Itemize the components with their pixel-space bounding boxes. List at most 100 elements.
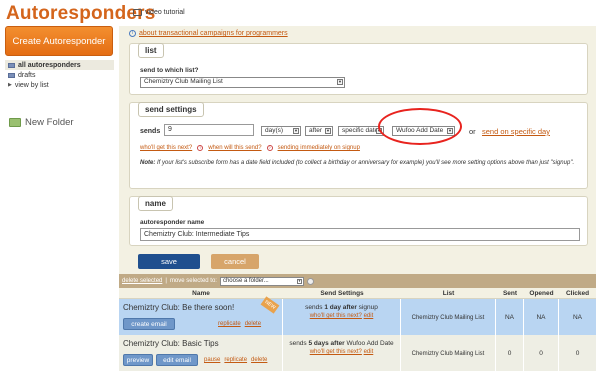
autoresponder-name[interactable]: Chemiztry Club: Basic Tips — [123, 339, 219, 348]
column-header-send-settings[interactable]: Send Settings — [283, 290, 401, 297]
whos-next-link[interactable]: who'll get this next? — [140, 145, 192, 151]
sidebar-item-label: view by list — [14, 81, 49, 89]
clicked-cell: 0 — [575, 350, 580, 357]
immediate-signup-link[interactable]: sending immediately on signup — [278, 145, 360, 151]
column-header-list[interactable]: List — [401, 290, 496, 297]
send-anchor: Wufoo Add Date — [346, 340, 394, 347]
triangle-right-icon: ▶ — [8, 82, 12, 88]
create-autoresponder-button[interactable]: Create Autoresponder — [5, 26, 113, 56]
sidebar-item-label: all autoresponders — [18, 61, 81, 69]
pause-link[interactable]: pause — [204, 357, 220, 363]
send-on-specific-day-link[interactable]: send on specific day — [482, 127, 550, 136]
save-button[interactable]: save — [138, 254, 200, 269]
folder-select[interactable]: choose a folder... ▼ — [219, 276, 304, 286]
column-header-sent[interactable]: Sent — [496, 290, 524, 297]
when-send-link[interactable]: when will this send? — [208, 145, 261, 151]
opened-cell: 0 — [524, 335, 559, 372]
chevron-down-icon: ▼ — [293, 128, 299, 134]
unit-select[interactable]: day(s) ▼ — [261, 126, 301, 136]
edit-email-button[interactable]: edit email — [156, 354, 198, 366]
list-cell: Chemiztry Club Mailing List — [401, 335, 496, 372]
send-interval: 1 day after — [324, 304, 357, 311]
row-actions: replicate delete — [218, 321, 261, 327]
table-row[interactable]: Chemiztry Club: Basic Tips preview edit … — [119, 335, 596, 372]
info-icon: i — [129, 30, 136, 37]
note-text: Note: If your list's subscribe form has … — [140, 159, 580, 167]
name-section-heading: name — [138, 196, 173, 211]
send-links: who'll get this next? edit — [283, 349, 400, 355]
sent-cell: NA — [496, 299, 524, 336]
whos-next-link[interactable]: who'll get this next? — [310, 349, 362, 355]
whos-next-link[interactable]: who'll get this next? — [310, 313, 362, 319]
relation-select-value: after — [309, 127, 323, 134]
table-toolbar: delete selected | move selected to: choo… — [119, 274, 596, 288]
anchor-select-value: specific date — [342, 127, 379, 134]
edit-link[interactable]: edit — [364, 313, 374, 319]
column-header-clicked[interactable]: Clicked — [559, 290, 596, 297]
opened-cell: NA — [524, 299, 559, 336]
or-text: or — [469, 127, 476, 136]
table-header: Name Send Settings List Sent Opened Clic… — [119, 288, 596, 299]
send-summary: sends 1 day after signup — [283, 304, 400, 311]
column-header-name[interactable]: Name — [119, 290, 283, 297]
list-cell: Chemiztry Club Mailing List — [401, 299, 496, 336]
autoresponder-name[interactable]: Chemiztry Club: Be there soon! — [123, 303, 234, 312]
video-tutorial-label: video tutorial — [145, 9, 185, 16]
send-settings-heading: send settings — [138, 102, 204, 117]
row-actions: pause replicate delete — [204, 357, 267, 363]
send-prefix: sends — [305, 304, 323, 311]
list-select-value: Chemiztry Club Mailing List — [144, 78, 223, 85]
list-select[interactable]: Chemiztry Club Mailing List ▼ — [140, 77, 345, 88]
delete-selected-link[interactable]: delete selected — [122, 278, 162, 284]
clicked-cell: NA — [572, 314, 583, 321]
relation-select[interactable]: after ▼ — [305, 126, 333, 136]
replicate-link[interactable]: replicate — [218, 321, 241, 327]
sidebar-item-all-autoresponders[interactable]: all autoresponders — [5, 60, 114, 70]
video-tutorial-link[interactable]: video tutorial — [133, 9, 185, 16]
send-interval: 5 days after — [308, 340, 345, 347]
sends-count-input[interactable]: 9 — [164, 124, 254, 136]
sidebar-item-view-by-list[interactable]: ▶ view by list — [5, 80, 114, 90]
helper-links: who'll get this next? ? when will this s… — [140, 145, 360, 151]
name-cell: Chemiztry Club: Basic Tips preview edit … — [119, 335, 283, 372]
chevron-down-icon: ▼ — [325, 128, 331, 134]
question-icon: ? — [197, 145, 204, 151]
edit-link[interactable]: edit — [364, 349, 374, 355]
new-folder-button[interactable]: New Folder — [9, 117, 74, 128]
note-label: Note: — [140, 160, 156, 166]
list-section-heading: list — [138, 43, 164, 58]
column-header-opened[interactable]: Opened — [524, 290, 559, 297]
name-section: name autoresponder name Chemiztry Club: … — [129, 196, 588, 246]
cancel-button[interactable]: cancel — [211, 254, 259, 269]
send-settings-cell: sends 5 days after Wufoo Add Date who'll… — [283, 335, 401, 372]
sidebar-item-drafts[interactable]: drafts — [5, 70, 114, 80]
new-folder-label: New Folder — [25, 117, 74, 128]
sidebar-item-label: drafts — [18, 71, 36, 79]
note-body: If your list's subscribe form has a date… — [157, 160, 575, 166]
chevron-down-icon: ▼ — [337, 79, 343, 85]
replicate-link[interactable]: replicate — [224, 357, 247, 363]
question-icon: ? — [266, 145, 273, 151]
table-row[interactable]: Chemiztry Club: Be there soon! NEW creat… — [119, 296, 596, 336]
new-ribbon: NEW — [260, 296, 280, 314]
send-links: who'll get this next? edit — [283, 313, 400, 319]
sidebar: all autoresponders drafts ▶ view by list — [5, 60, 114, 90]
autoresponder-name-input[interactable]: Chemiztry Club: Intermediate Tips — [140, 228, 580, 241]
delete-link[interactable]: delete — [251, 357, 267, 363]
list-field-label: send to which list? — [140, 67, 199, 74]
new-folder-icon — [9, 118, 21, 127]
settings-panel: i about transactional campaigns for prog… — [119, 26, 596, 274]
chevron-down-icon: ▼ — [296, 278, 302, 284]
name-cell: Chemiztry Club: Be there soon! NEW creat… — [119, 296, 283, 336]
send-prefix: sends — [289, 340, 307, 347]
sent-cell: 0 — [496, 335, 524, 372]
toolbar-separator: | — [165, 278, 167, 284]
send-settings-section: send settings sends 9 day(s) ▼ after ▼ s… — [129, 102, 588, 189]
sends-label: sends — [140, 128, 161, 135]
go-icon[interactable] — [306, 277, 314, 285]
create-email-button[interactable]: create email — [123, 318, 175, 330]
transactional-campaigns-link[interactable]: about transactional campaigns for progra… — [139, 30, 288, 37]
folder-icon — [8, 62, 15, 68]
delete-link[interactable]: delete — [245, 321, 261, 327]
preview-button[interactable]: preview — [123, 354, 153, 366]
